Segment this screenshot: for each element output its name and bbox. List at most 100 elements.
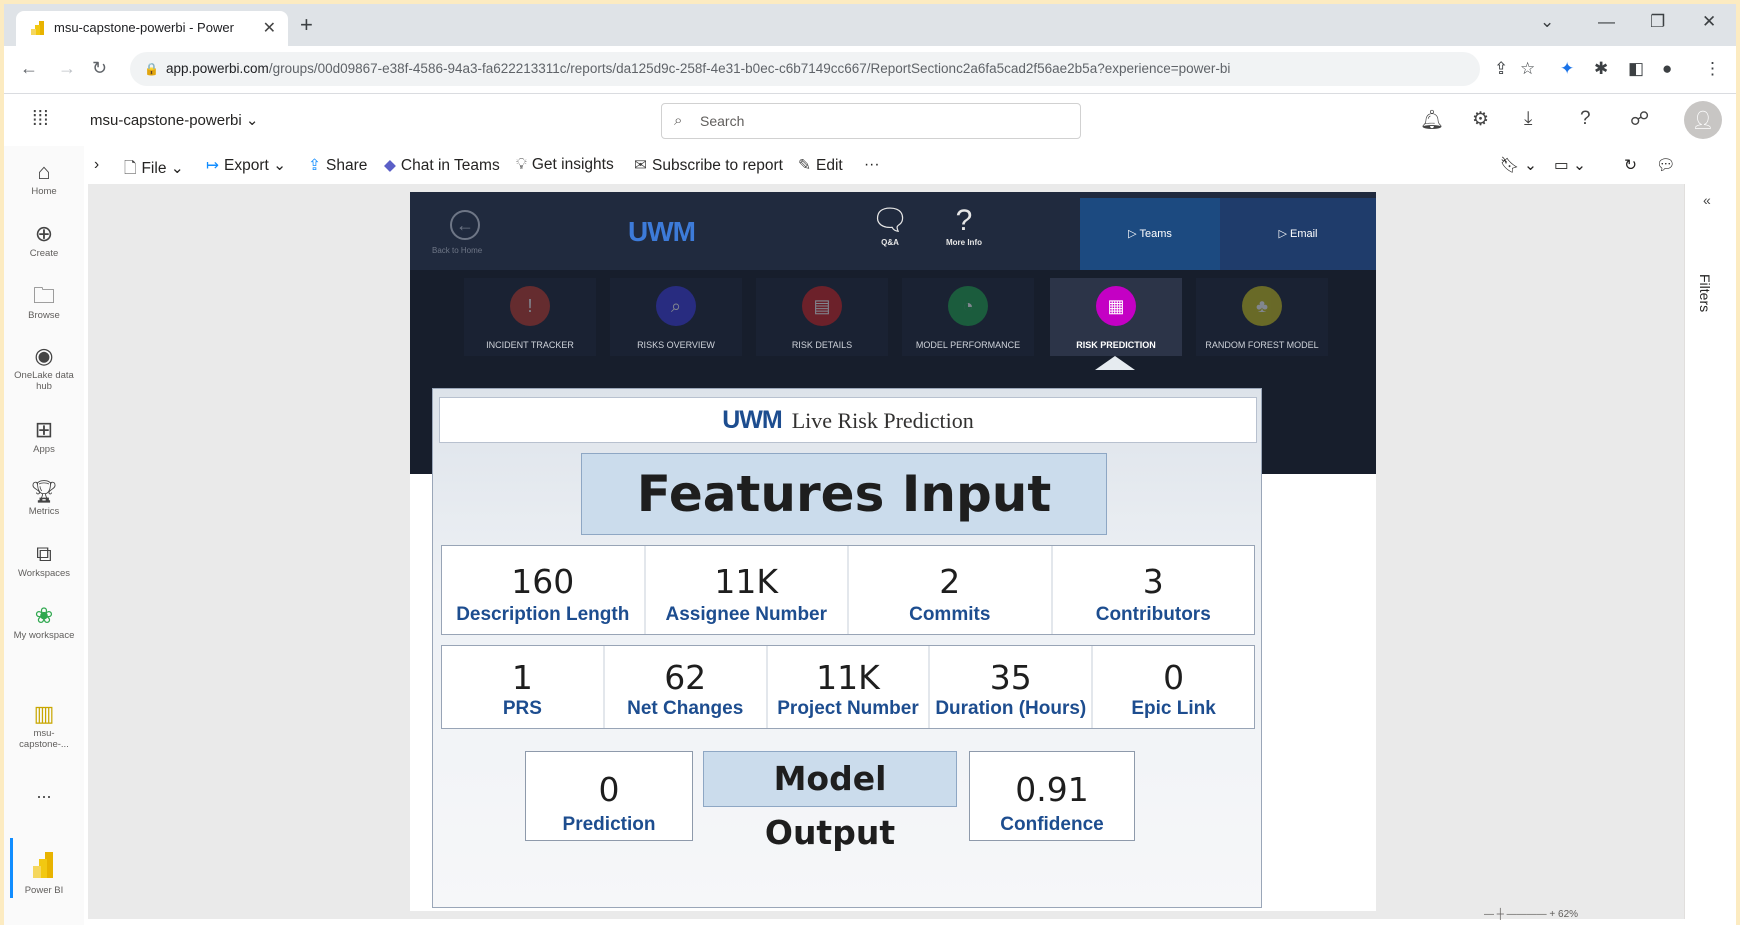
rail-item-browse[interactable]: 🗀 Browse — [4, 284, 84, 322]
rail-label: Metrics — [28, 506, 60, 517]
rail-item-onelake[interactable]: ◉ OneLake data hub — [4, 344, 84, 393]
card-label: Duration (Hours) — [935, 698, 1087, 719]
profile-icon[interactable]: ● — [1662, 59, 1672, 79]
close-window-icon[interactable]: ✕ — [1702, 12, 1716, 32]
export-menu[interactable]: ↦ Export ⌄ — [206, 156, 286, 175]
filters-pane[interactable]: « Filters — [1684, 184, 1736, 919]
url-field[interactable]: 🔒 app.powerbi.com/groups/00d09867-e38f-4… — [130, 52, 1480, 86]
card-duration-hours: 35 Duration (Hours) — [930, 646, 1094, 728]
browser-menu-icon[interactable]: ⋮ — [1704, 59, 1721, 79]
more-info-button[interactable]: ? More Info — [934, 204, 994, 247]
help-icon[interactable]: ? — [1580, 108, 1591, 130]
browser-tab[interactable]: msu-capstone-powerbi - Power ✕ — [16, 11, 288, 46]
rail-item-workspaces[interactable]: ⧉ Workspaces — [4, 542, 84, 580]
more-info-label: More Info — [946, 238, 982, 247]
edit-button[interactable]: ✎ Edit — [798, 156, 843, 175]
page-tab-risk-prediction[interactable]: ▦ RISK PREDICTION — [1050, 278, 1182, 356]
workspace-name[interactable]: msu-capstone-powerbi ⌄ — [90, 111, 259, 129]
features-row-1: 160 Description Length 11K Assignee Numb… — [441, 545, 1255, 635]
settings-icon[interactable]: ⚙ — [1472, 108, 1489, 131]
report-toolbar: › 🗋 File ⌄ ↦ Export ⌄ ⇪ Share ◆ Chat in Team… — [84, 146, 1676, 184]
side-panel-icon[interactable]: ◧ — [1628, 59, 1644, 79]
rail-item-powerbi[interactable]: Power BI — [4, 852, 84, 896]
card-value: 35 — [989, 658, 1032, 697]
rail-label: Apps — [33, 444, 55, 455]
app-launcher-icon[interactable]: ⁞⁞⁞ — [32, 108, 49, 131]
rail-label: Browse — [28, 310, 60, 321]
file-label: File — [141, 160, 167, 177]
minimize-icon[interactable]: — — [1598, 12, 1615, 32]
collapse-filters-icon[interactable]: « — [1703, 192, 1711, 208]
tab-search-icon[interactable]: ⌄ — [1540, 12, 1554, 32]
view-icon[interactable]: ▭ ⌄ — [1554, 156, 1586, 175]
restore-icon[interactable]: ❐ — [1650, 12, 1665, 32]
get-insights-button[interactable]: 💡︎ Get insights — [516, 156, 614, 174]
zoom-control[interactable]: — ┼ ———— + 62% — [1484, 909, 1578, 920]
share-page-icon[interactable]: ⇪ — [1494, 59, 1508, 79]
rail-item-apps[interactable]: ⊞ Apps — [4, 418, 84, 456]
speech-bubble-icon: 🗨︎ — [870, 204, 910, 237]
card-project-number: 11K Project Number — [768, 646, 931, 728]
comment-icon[interactable]: 💬︎ — [1656, 156, 1676, 175]
search-input[interactable]: ⌕ Search — [661, 103, 1081, 139]
lightbulb-icon: 💡︎ — [516, 156, 527, 173]
refresh-icon[interactable]: ↻ — [1624, 156, 1637, 175]
card-value: 3 — [1142, 562, 1164, 601]
zoom-slider[interactable]: — ┼ ———— + — [1484, 909, 1555, 920]
card-value: 11K — [714, 562, 779, 601]
rail-item-create[interactable]: ⊕ Create — [4, 222, 84, 260]
rail-item-report[interactable]: ▥ msu-capstone-... — [4, 702, 84, 751]
page-tab-model-performance[interactable]: ◔ MODEL PERFORMANCE — [902, 278, 1034, 356]
powerbi-logo-icon — [4, 852, 84, 883]
tab-close-icon[interactable]: ✕ — [263, 18, 276, 38]
card-label: Description Length — [456, 604, 630, 625]
magnifier-icon: ⌕ — [656, 286, 696, 326]
pencil-icon: ✎ — [798, 157, 811, 174]
page-label: RISKS OVERVIEW — [637, 340, 715, 350]
rail-item-my-workspace[interactable]: ❀ My workspace — [4, 604, 84, 642]
rail-item-home[interactable]: ⌂ Home — [4, 159, 84, 198]
zoom-level: 62% — [1558, 909, 1579, 920]
email-button[interactable]: ▷ Email — [1220, 198, 1376, 270]
notifications-icon[interactable]: 🔔︎ — [1420, 108, 1444, 132]
reload-icon[interactable]: ↻ — [92, 58, 107, 79]
bookmark-icon[interactable]: 🔖︎ ⌄ — [1500, 156, 1537, 175]
expand-nav-icon[interactable]: › — [94, 156, 99, 174]
back-icon[interactable]: ← — [20, 58, 38, 79]
page-tab-risks-overview[interactable]: ⌕ RISKS OVERVIEW — [610, 278, 742, 356]
download-icon[interactable]: ⤓ — [1524, 108, 1532, 130]
model-output-heading: Model Output — [703, 751, 957, 852]
chat-in-teams-button[interactable]: ◆ Chat in Teams — [384, 156, 500, 175]
new-tab-icon[interactable]: + — [300, 12, 313, 38]
page-tab-random-forest-model[interactable]: ♣ RANDOM FOREST MODEL — [1196, 278, 1328, 356]
card-label: Net Changes — [627, 698, 744, 719]
forward-icon[interactable]: → — [58, 58, 76, 79]
trophy-icon: 🏆︎ — [30, 479, 58, 504]
back-arrow-icon[interactable]: ← — [450, 210, 480, 240]
avatar[interactable]: 👤︎ — [1684, 101, 1722, 139]
qa-button[interactable]: 🗨︎ Q&A — [860, 204, 920, 247]
page-tab-risk-details[interactable]: ▤ RISK DETAILS — [756, 278, 888, 356]
more-options-button[interactable]: ··· — [864, 156, 880, 174]
share-button[interactable]: ⇪ Share — [308, 156, 367, 175]
export-label: Export — [224, 157, 269, 174]
card-confidence: 0.91 Confidence — [969, 751, 1135, 841]
card-contributors: 3 Contributors — [1053, 546, 1255, 634]
search-icon: ⌕ — [674, 112, 683, 129]
home-icon: ⌂ — [37, 159, 51, 184]
rail-more[interactable]: ... — [4, 782, 84, 803]
page-tab-incident-tracker[interactable]: ! INCIDENT TRACKER — [464, 278, 596, 356]
file-menu[interactable]: 🗋 File ⌄ — [124, 156, 184, 183]
share-label: Share — [326, 157, 368, 174]
subscribe-button[interactable]: ✉ Subscribe to report — [634, 156, 783, 175]
rail-item-metrics[interactable]: 🏆︎ Metrics — [4, 479, 84, 518]
extensions-puzzle-icon[interactable]: ✱ — [1594, 59, 1608, 79]
extension-icon[interactable]: ✦ — [1560, 59, 1574, 79]
alert-icon: ! — [510, 286, 550, 326]
teams-button[interactable]: ▷ Teams — [1080, 198, 1220, 270]
page-label: RANDOM FOREST MODEL — [1205, 340, 1319, 350]
feedback-icon[interactable]: ☍ — [1630, 108, 1649, 131]
bookmark-star-icon[interactable]: ☆ — [1520, 59, 1535, 79]
card-epic-link: 0 Epic Link — [1093, 646, 1254, 728]
card-prs: 1 PRS — [442, 646, 605, 728]
